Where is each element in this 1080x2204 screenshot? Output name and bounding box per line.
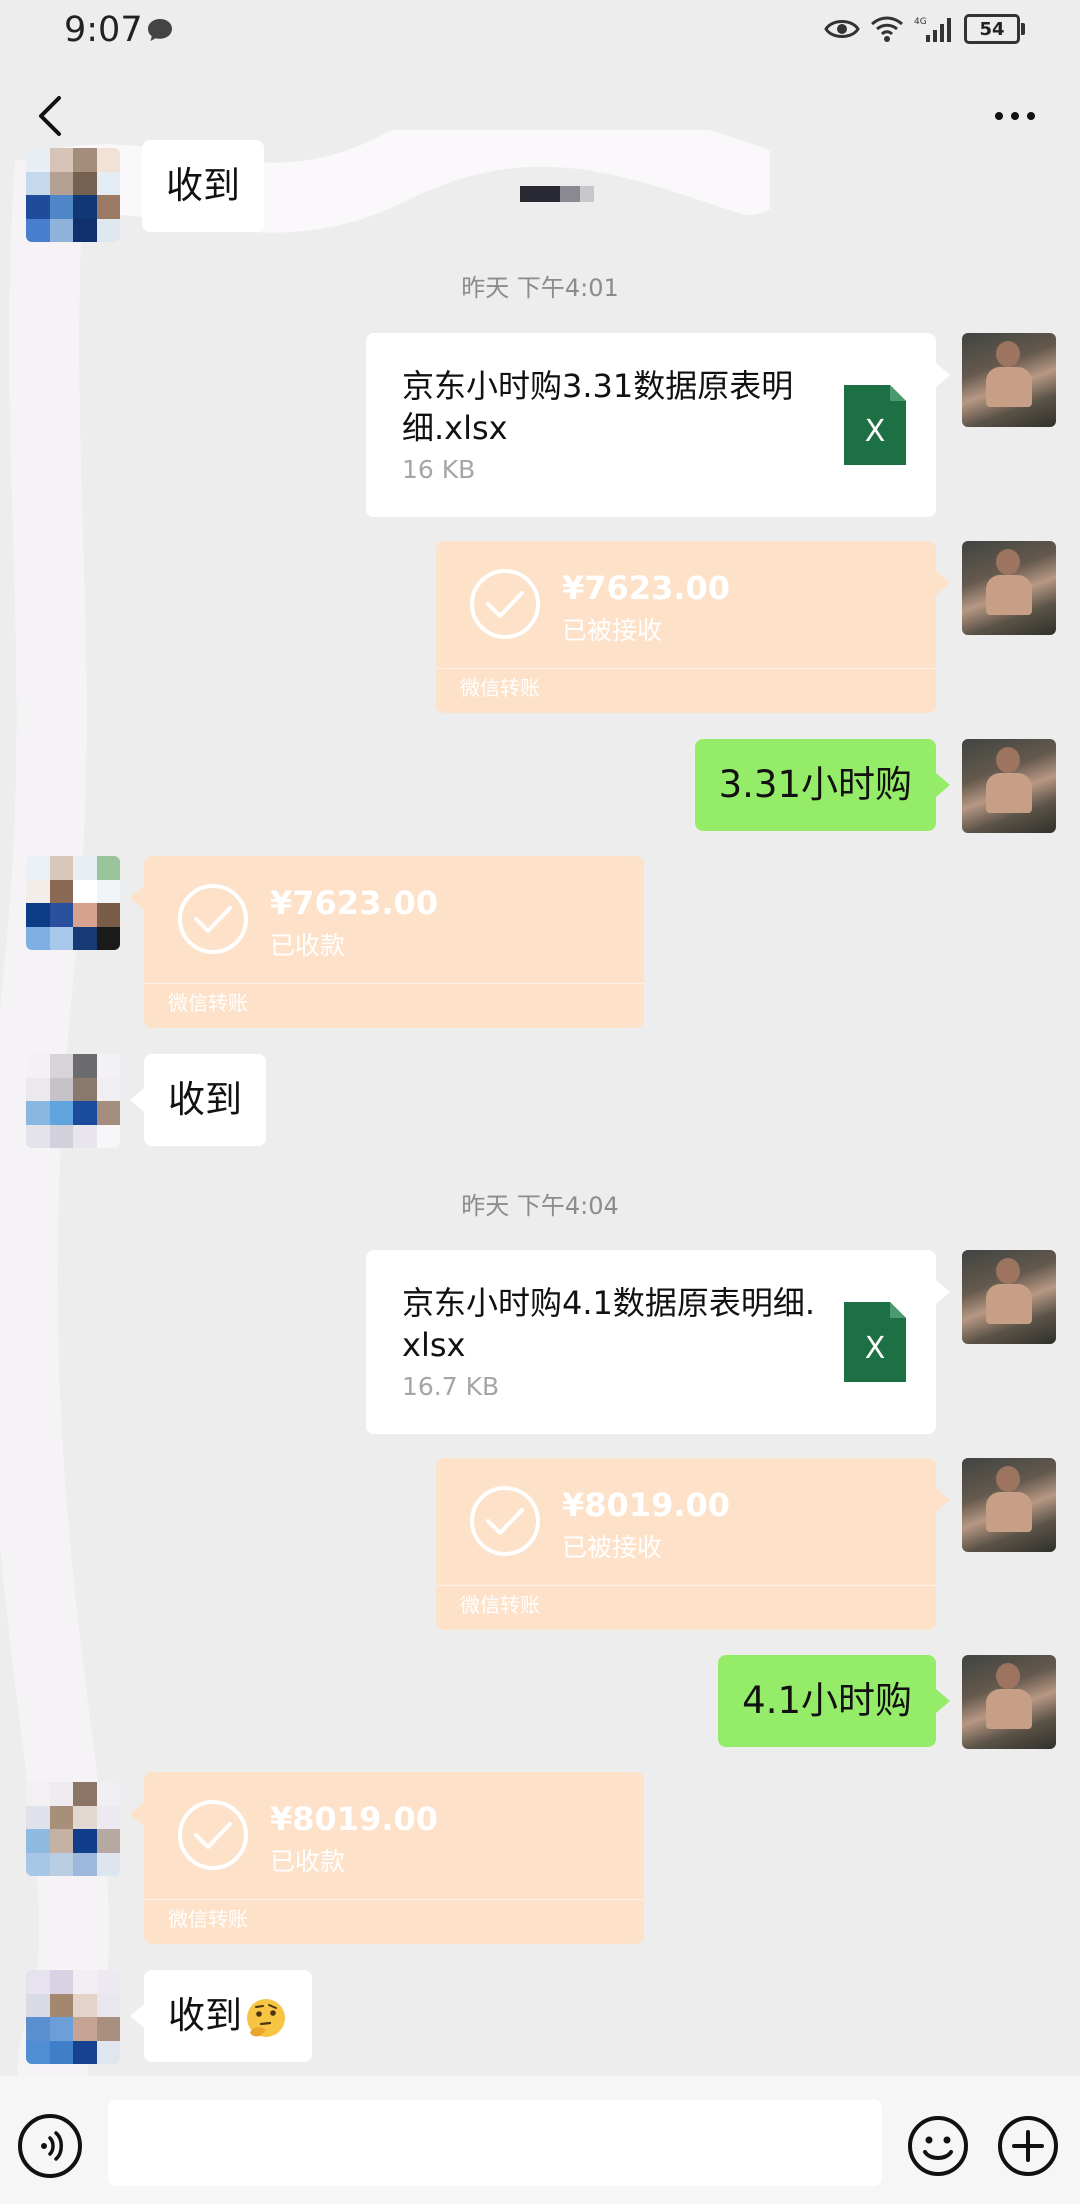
excel-file-icon: X xyxy=(844,385,906,465)
file-name: 京东小时购4.1数据原表明细.xlsx xyxy=(402,1284,816,1364)
my-avatar[interactable] xyxy=(962,1458,1056,1552)
transfer-amount: ¥8019.00 xyxy=(562,1486,731,1524)
my-avatar[interactable] xyxy=(962,333,1056,427)
emoji-icon xyxy=(908,2116,968,2176)
message-sent-transfer: ¥8019.00 已被接收 微信转账 xyxy=(0,1458,1080,1632)
svg-text:X: X xyxy=(865,414,886,449)
transfer-card[interactable]: ¥8019.00 已被接收 微信转账 xyxy=(436,1458,950,1630)
divider xyxy=(144,983,644,984)
message-timestamp: 昨天 下午4:01 xyxy=(461,274,619,302)
transfer-status: 已被接收 xyxy=(562,1533,663,1562)
message-input[interactable] xyxy=(108,2100,882,2186)
plus-icon xyxy=(998,2116,1058,2176)
signal-icon: 4G xyxy=(914,17,951,42)
message-bubble[interactable]: 4.1小时购 xyxy=(718,1655,950,1747)
message-timestamp: 昨天 下午4:04 xyxy=(461,1192,619,1220)
message-text: 收到 xyxy=(168,1078,242,1121)
transfer-card[interactable]: ¥7623.00 已收款 微信转账 xyxy=(130,856,644,1028)
transfer-status: 已被接收 xyxy=(562,616,663,645)
contact-avatar[interactable] xyxy=(26,148,120,242)
transfer-status: 已收款 xyxy=(270,931,346,960)
voice-button[interactable] xyxy=(18,2114,82,2178)
emoji-button[interactable] xyxy=(906,2114,970,2178)
transfer-brand: 微信转账 xyxy=(168,991,248,1015)
message-received-transfer: ¥8019.00 已收款 微信转账 xyxy=(0,1772,1080,1946)
message-bubble[interactable]: 收到 xyxy=(142,140,264,232)
transfer-card[interactable]: ¥7623.00 已被接收 微信转账 xyxy=(436,541,950,713)
message-text: 3.31小时购 xyxy=(718,763,912,806)
notification-chat-icon xyxy=(148,19,172,41)
message-sent-file: 京东小时购4.1数据原表明细.xlsx 16.7 KB X xyxy=(0,1250,1080,1436)
contact-avatar[interactable] xyxy=(26,1970,120,2064)
transfer-amount: ¥7623.00 xyxy=(562,569,731,607)
transfer-status: 已收款 xyxy=(270,1847,346,1876)
divider xyxy=(144,1899,644,1900)
transfer-amount: ¥8019.00 xyxy=(270,1800,439,1838)
svg-text:X: X xyxy=(865,1331,886,1366)
transfer-brand: 微信转账 xyxy=(460,1593,540,1617)
status-icons: 4G 54 xyxy=(824,14,1025,44)
check-circle-icon xyxy=(470,1486,540,1556)
battery-level: 54 xyxy=(979,18,1005,40)
wifi-icon xyxy=(871,16,903,42)
message-sent-text: 3.31小时购 xyxy=(0,739,1080,833)
message-received-transfer: ¥7623.00 已收款 微信转账 xyxy=(0,856,1080,1030)
more-options-button[interactable] xyxy=(980,88,1050,144)
my-avatar[interactable] xyxy=(962,1250,1056,1344)
my-avatar[interactable] xyxy=(962,1655,1056,1749)
contact-avatar[interactable] xyxy=(26,1054,120,1148)
eye-icon xyxy=(824,20,860,38)
battery-indicator: 54 xyxy=(964,14,1025,44)
message-sent-file: 京东小时购3.31数据原表明细.xlsx 16 KB X xyxy=(0,333,1080,519)
message-bubble[interactable]: 收到 xyxy=(130,1054,266,1146)
message-text: 4.1小时购 xyxy=(742,1679,912,1722)
thinking-face-emoji xyxy=(247,1998,285,2037)
more-functions-button[interactable] xyxy=(996,2114,1060,2178)
check-circle-icon xyxy=(470,569,540,639)
message-sent-text: 4.1小时购 xyxy=(0,1655,1080,1749)
my-avatar[interactable] xyxy=(962,541,1056,635)
message-sent-transfer: ¥7623.00 已被接收 微信转账 xyxy=(0,541,1080,715)
check-circle-icon xyxy=(178,1800,248,1870)
file-name: 京东小时购3.31数据原表明细.xlsx xyxy=(402,367,794,447)
message-text: 收到 xyxy=(168,1994,242,2037)
message-received-text: 收到 xyxy=(0,1054,1080,1148)
input-bar xyxy=(0,2076,1080,2204)
transfer-brand: 微信转账 xyxy=(460,676,540,700)
divider xyxy=(436,668,936,669)
message-received-text: 收到 xyxy=(0,140,1080,242)
excel-file-icon: X xyxy=(844,1302,906,1382)
file-bubble[interactable]: 京东小时购4.1数据原表明细.xlsx 16.7 KB X xyxy=(366,1250,950,1434)
transfer-card[interactable]: ¥8019.00 已收款 微信转账 xyxy=(130,1772,644,1944)
message-bubble[interactable]: 收到 xyxy=(130,1970,312,2062)
my-avatar[interactable] xyxy=(962,739,1056,833)
transfer-amount: ¥7623.00 xyxy=(270,884,439,922)
file-size: 16.7 KB xyxy=(402,1372,500,1401)
voice-icon xyxy=(41,2131,63,2161)
message-received-text: 收到 xyxy=(0,1970,1080,2064)
status-bar: 9:07 4G 54 xyxy=(0,0,1080,66)
message-text: 收到 xyxy=(166,164,240,207)
file-bubble[interactable]: 京东小时购3.31数据原表明细.xlsx 16 KB X xyxy=(366,333,950,517)
network-label: 4G xyxy=(914,17,927,27)
contact-avatar[interactable] xyxy=(26,1782,120,1876)
message-bubble[interactable]: 3.31小时购 xyxy=(694,739,950,831)
more-dots-icon xyxy=(995,112,1035,120)
contact-avatar[interactable] xyxy=(26,856,120,950)
check-circle-icon xyxy=(178,884,248,954)
status-time: 9:07 xyxy=(64,10,143,50)
transfer-brand: 微信转账 xyxy=(168,1907,248,1931)
divider xyxy=(436,1585,936,1586)
file-size: 16 KB xyxy=(402,455,476,484)
